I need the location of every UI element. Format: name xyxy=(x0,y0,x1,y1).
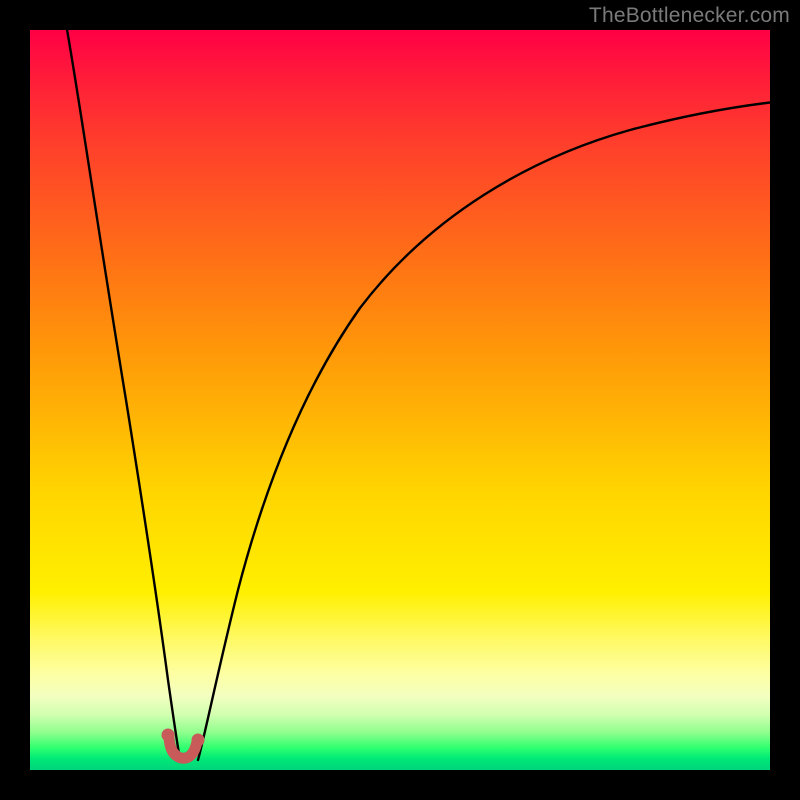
plot-area xyxy=(30,30,770,770)
chart-stage: TheBottlenecker.com xyxy=(0,0,800,800)
valley-marker-dot-left xyxy=(162,729,175,742)
watermark-text: TheBottlenecker.com xyxy=(589,4,790,28)
curve-right-branch xyxy=(198,102,770,760)
curve-left-branch xyxy=(66,30,180,760)
valley-marker-dot-right xyxy=(192,734,205,747)
curves-layer xyxy=(30,30,770,770)
